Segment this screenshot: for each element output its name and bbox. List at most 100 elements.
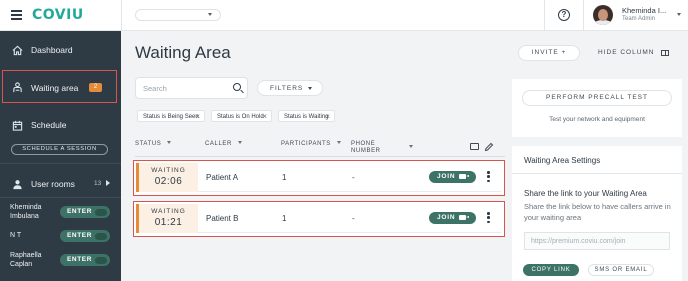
join-button[interactable]: JOIN (429, 171, 476, 183)
waiting-chair-icon (13, 82, 22, 93)
column-label: PHONE (351, 141, 376, 147)
sidebar-item-waiting-area[interactable]: Waiting area 2 (2, 70, 117, 103)
table-row[interactable]: WAITING 02:06 Patient A 1 - JOIN (133, 160, 505, 196)
column-header-phone-number[interactable]: PHONE NUMBER (351, 141, 413, 155)
sidebar-item-schedule[interactable]: Schedule (0, 109, 121, 141)
participants-count: 1 (282, 214, 287, 223)
sidebar-divider (0, 163, 121, 164)
edit-icon[interactable] (484, 142, 494, 152)
caller-name: Patient B (206, 214, 239, 223)
enter-label: ENTER (67, 256, 93, 263)
chevron-right-icon[interactable] (106, 180, 110, 186)
page-title: Waiting Area (135, 43, 231, 62)
user-icon (13, 180, 22, 190)
enter-room-button[interactable]: ENTER (60, 254, 110, 266)
sidebar-item-label: User rooms (31, 179, 75, 189)
room-item: Raphaella Caplan ENTER (0, 249, 121, 273)
columns-icon (661, 50, 669, 56)
enter-room-button[interactable]: ENTER (60, 206, 110, 218)
user-rooms-count: 13 (94, 180, 102, 187)
filter-chip: Status is Being Seen × (137, 110, 205, 122)
schedule-session-button[interactable]: SCHEDULE A SESSION (11, 144, 108, 155)
waiting-area-link-field[interactable]: https://premium.coviu.com/join (524, 232, 670, 250)
sidebar-item-label: Waiting area (31, 83, 79, 93)
chevron-down-icon (336, 141, 341, 144)
enter-room-button[interactable]: ENTER (60, 230, 110, 242)
chevron-down-icon (237, 141, 242, 144)
join-button[interactable]: JOIN (429, 212, 476, 224)
user-role: Team Admin (622, 16, 656, 22)
more-options-icon[interactable] (487, 212, 491, 225)
join-label: JOIN (437, 173, 456, 180)
chevron-down-icon (409, 145, 413, 148)
avatar[interactable] (593, 5, 613, 25)
table-row[interactable]: WAITING 01:21 Patient B 1 - JOIN (133, 201, 505, 237)
sms-or-email-button[interactable]: SMS OR EMAIL (588, 264, 654, 276)
chevron-down-icon (208, 13, 212, 16)
filter-chip-label: Status is Being Seen (143, 113, 199, 120)
waiting-timer: 02:06 (154, 176, 183, 187)
filter-chip-label: Status is Waiting (284, 113, 329, 120)
comment-icon[interactable] (470, 143, 479, 150)
waiting-timer: 01:21 (154, 217, 183, 228)
sidebar: Dashboard Waiting area 2 Schedule SCHEDU… (0, 31, 121, 281)
caller-name: Patient A (206, 173, 239, 182)
user-menu-chevron-icon[interactable] (677, 13, 681, 16)
filters-label: FILTERS (270, 85, 304, 92)
waiting-area-settings-panel: Waiting Area Settings Share the link to … (512, 146, 682, 281)
room-item: N T ENTER (0, 225, 121, 249)
room-item: Kheminda Imbulana ENTER (0, 201, 121, 225)
close-icon[interactable]: × (325, 112, 330, 121)
header-divider (583, 0, 584, 31)
search-icon[interactable] (233, 83, 241, 91)
precall-panel: PERFORM PRECALL TEST Test your network a… (512, 79, 682, 137)
phone-number: - (352, 173, 355, 182)
search-input[interactable]: Search (135, 77, 248, 99)
sidebar-item-label: Dashboard (31, 45, 73, 55)
filters-button[interactable]: FILTERS (257, 80, 323, 96)
top-bar: COVIU ? Kheminda I... Team Admin (0, 0, 688, 31)
link-placeholder: https://premium.coviu.com/join (531, 238, 626, 245)
panel-divider (512, 173, 682, 174)
sidebar-item-user-rooms[interactable]: User rooms 13 (0, 168, 121, 200)
status-cell: WAITING 02:06 (136, 163, 198, 192)
filter-chip: Status is On Hold × (211, 110, 272, 122)
coviu-logo[interactable]: COVIU (32, 7, 84, 23)
settings-title: Waiting Area Settings (524, 156, 601, 165)
copy-link-button[interactable]: COPY LINK (523, 264, 579, 276)
table-header-divider (135, 156, 505, 157)
hide-column-button[interactable]: HIDE COLUMN (591, 45, 676, 61)
help-icon[interactable]: ? (558, 9, 570, 21)
video-camera-icon (459, 215, 469, 220)
table-row-content: WAITING 01:21 Patient B 1 - JOIN (136, 204, 501, 233)
sidebar-item-dashboard[interactable]: Dashboard (0, 34, 121, 66)
sidebar-divider (0, 197, 121, 198)
more-options-icon[interactable] (487, 171, 491, 184)
close-icon[interactable]: × (195, 112, 200, 121)
room-name: Raphaella Caplan (10, 252, 42, 268)
enter-label: ENTER (67, 208, 93, 215)
precall-subtitle: Test your network and equipment (549, 116, 645, 123)
enter-label: ENTER (67, 232, 93, 239)
search-placeholder: Search (143, 84, 167, 93)
room-name: N T (10, 232, 22, 239)
status-label: WAITING (151, 208, 186, 215)
chevron-down-icon (167, 141, 172, 144)
header-divider (544, 0, 545, 31)
hide-column-label: HIDE COLUMN (598, 49, 655, 56)
hamburger-menu-icon[interactable] (11, 10, 22, 20)
column-label: STATUS (135, 141, 162, 147)
column-header-caller[interactable]: CALLER (205, 141, 242, 147)
share-description: Share the link below to have callers arr… (524, 202, 671, 222)
organisation-select[interactable] (135, 9, 221, 21)
perform-precall-test-button[interactable]: PERFORM PRECALL TEST (522, 90, 672, 106)
column-header-participants[interactable]: PARTICIPANTS (281, 141, 341, 147)
close-icon[interactable]: × (262, 112, 267, 121)
column-header-status[interactable]: STATUS (135, 141, 172, 147)
sidebar-item-label: Schedule (31, 120, 67, 130)
column-label: PARTICIPANTS (281, 141, 331, 147)
user-name[interactable]: Kheminda I... (622, 6, 666, 15)
invite-button[interactable]: INVITE + (518, 45, 580, 61)
participants-count: 1 (282, 173, 287, 182)
toggle-icon (95, 232, 107, 240)
